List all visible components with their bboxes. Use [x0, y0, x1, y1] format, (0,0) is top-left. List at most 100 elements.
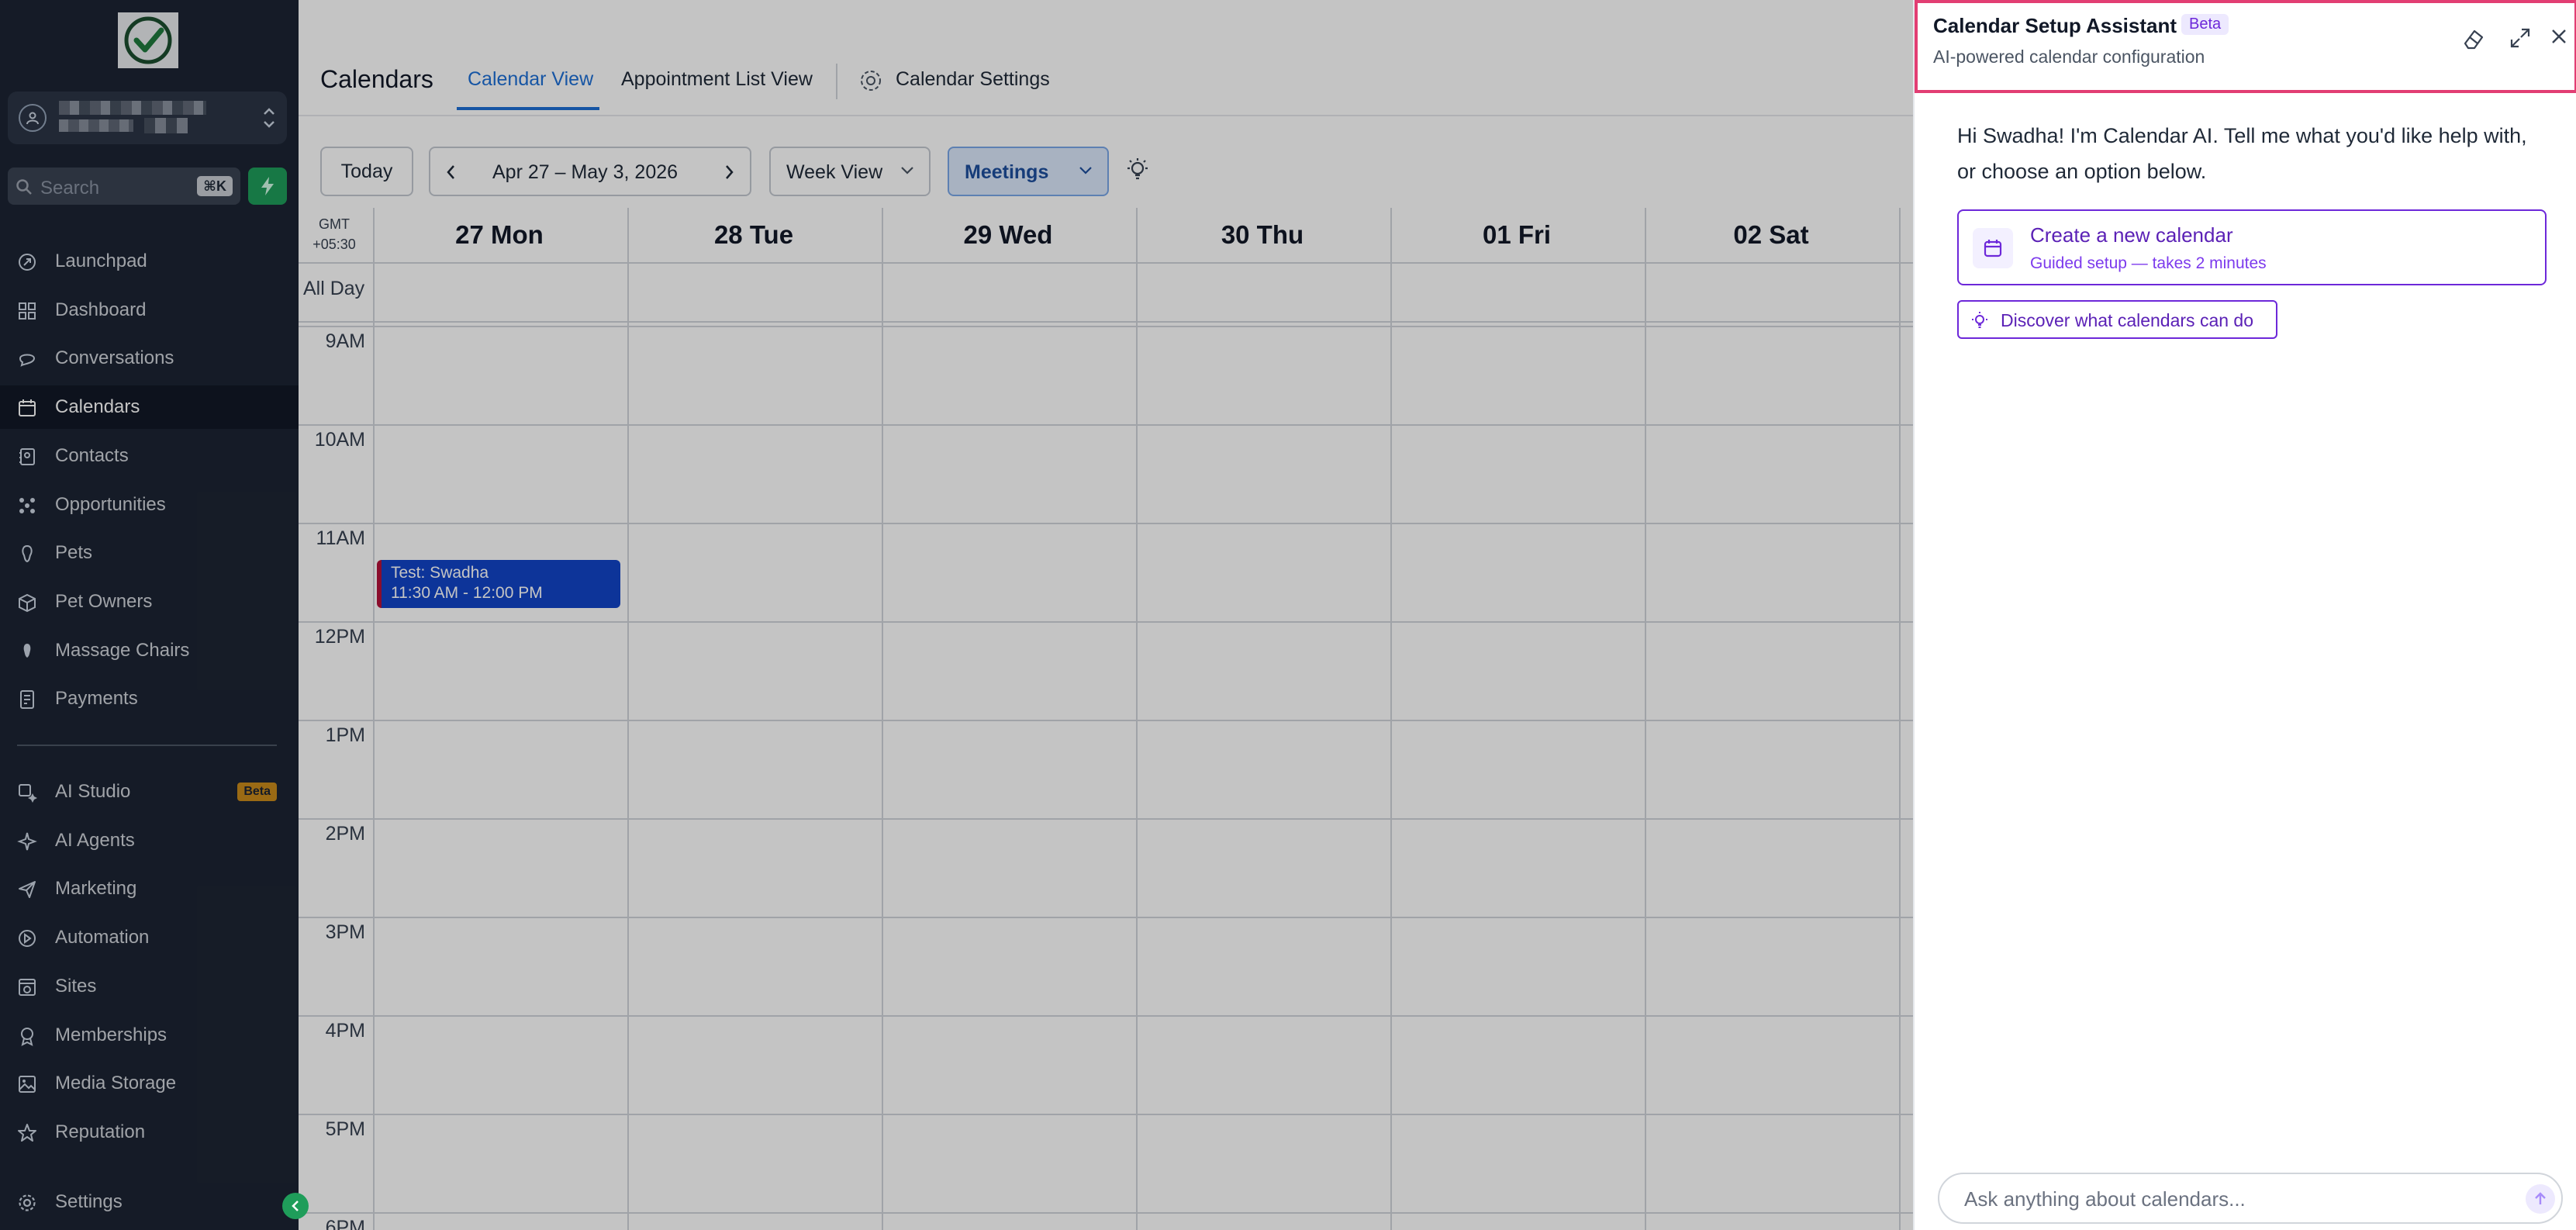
grid-row-line [299, 321, 1913, 323]
sidebar-item-massage-chairs[interactable]: Massage Chairs [0, 629, 299, 672]
logo[interactable] [118, 12, 178, 68]
quick-action-button[interactable] [248, 168, 287, 205]
hour-label: 2PM [325, 823, 365, 845]
sidebar-item-contacts[interactable]: Contacts [0, 434, 299, 478]
sidebar-item-label: Conversations [55, 347, 174, 369]
hour-line [299, 1015, 1913, 1017]
day-header[interactable]: 01 Fri [1390, 220, 1643, 250]
assistant-subtitle: AI-powered calendar configuration [1933, 47, 2205, 67]
chat-message-field[interactable] [1964, 1185, 2499, 1213]
sidebar-item-reputation[interactable]: Reputation [0, 1111, 299, 1154]
calendar-filter-select[interactable]: Meetings [948, 147, 1109, 196]
timezone-label: GMT +05:30 [313, 216, 356, 252]
create-calendar-option[interactable]: Create a new calendar Guided setup — tak… [1957, 209, 2547, 285]
hour-label: 3PM [325, 921, 365, 943]
account-switcher[interactable] [8, 92, 287, 144]
grid-column-line [373, 208, 375, 1230]
assistant-chat-input[interactable] [1938, 1173, 2563, 1224]
assistant-greeting: Hi Swadha! I'm Calendar AI. Tell me what… [1957, 124, 2527, 183]
all-day-label: All Day [303, 278, 365, 299]
sidebar: Search ⌘K Launchpad Dashboard Conversati… [0, 0, 299, 1230]
date-range-picker[interactable]: Apr 27 – May 3, 2026 [429, 147, 751, 196]
automation-icon [19, 930, 36, 948]
sidebar-item-memberships[interactable]: Memberships [0, 1014, 299, 1057]
chevron-right-icon[interactable] [723, 164, 734, 181]
hour-label: 6PM [325, 1217, 365, 1230]
tab-calendar-settings[interactable]: Calendar Settings [896, 68, 1050, 91]
grid-row-line [299, 262, 1913, 264]
lightbulb-icon[interactable] [1124, 157, 1151, 185]
sidebar-item-label: Automation [55, 927, 150, 948]
chevron-down-icon [1079, 167, 1092, 174]
chevron-left-icon[interactable] [446, 164, 457, 181]
sidebar-item-label: Media Storage [55, 1073, 177, 1094]
close-icon[interactable] [2549, 26, 2569, 47]
sidebar-collapse-button[interactable] [282, 1193, 309, 1219]
day-header[interactable]: 28 Tue [627, 220, 880, 250]
expand-icon[interactable] [2509, 26, 2532, 50]
send-button[interactable] [2526, 1184, 2555, 1214]
beta-badge: Beta [237, 783, 277, 801]
sidebar-item-settings[interactable]: Settings [0, 1180, 299, 1224]
account-name-redacted [59, 101, 206, 115]
sidebar-item-payments[interactable]: Payments [0, 677, 299, 720]
sidebar-item-opportunities[interactable]: Opportunities [0, 483, 299, 527]
ai-studio-icon [19, 784, 37, 803]
opportunities-icon [19, 497, 35, 513]
eraser-icon[interactable] [2460, 26, 2485, 51]
search-placeholder: Search [40, 178, 100, 199]
tab-divider [836, 64, 837, 99]
sidebar-item-label: Opportunities [55, 493, 166, 515]
rocket-icon [19, 254, 36, 271]
grid-column-line [1645, 208, 1646, 1230]
chevron-updown-icon [264, 108, 275, 128]
search-input[interactable]: Search ⌘K [8, 168, 240, 205]
discover-calendars-button[interactable]: Discover what calendars can do [1957, 300, 2277, 339]
lightbulb-icon [1972, 312, 1987, 328]
sidebar-item-label: Settings [55, 1191, 123, 1212]
sidebar-item-automation[interactable]: Automation [0, 916, 299, 959]
sidebar-item-pets[interactable]: Pets [0, 531, 299, 575]
contacts-icon [19, 447, 35, 465]
page-title: Calendars [320, 65, 433, 93]
sidebar-item-label: Calendars [55, 396, 140, 418]
today-button[interactable]: Today [320, 147, 413, 196]
view-select[interactable]: Week View [769, 147, 931, 196]
sidebar-item-pet-owners[interactable]: Pet Owners [0, 580, 299, 624]
calendar-icon [19, 399, 36, 417]
day-header[interactable]: 30 Thu [1136, 220, 1389, 250]
sidebar-item-ai-studio[interactable]: AI Studio Beta [0, 770, 299, 814]
day-header[interactable]: 02 Sat [1645, 220, 1897, 250]
sidebar-item-ai-agents[interactable]: AI Agents [0, 819, 299, 862]
sidebar-item-conversations[interactable]: Conversations [0, 337, 299, 380]
sidebar-item-media-storage[interactable]: Media Storage [0, 1062, 299, 1105]
sidebar-item-label: Pet Owners [55, 590, 153, 612]
sidebar-item-marketing[interactable]: Marketing [0, 867, 299, 910]
day-header[interactable]: 29 Wed [882, 220, 1134, 250]
day-header[interactable]: 27 Mon [373, 220, 626, 250]
search-icon [16, 179, 32, 195]
sidebar-item-label: Reputation [55, 1121, 146, 1142]
sidebar-item-dashboard[interactable]: Dashboard [0, 288, 299, 332]
sidebar-item-label: AI Studio [55, 781, 131, 802]
assistant-panel: Calendar Setup Assistant Beta AI-powered… [1913, 0, 2576, 1230]
lightning-icon [261, 177, 274, 195]
sites-icon [19, 978, 36, 996]
calendar-filter-label: Meetings [965, 161, 1049, 183]
calendar-event[interactable]: Test: Swadha 11:30 AM - 12:00 PM [377, 560, 620, 608]
calendar-icon [1973, 228, 2013, 268]
star-icon [18, 1123, 36, 1142]
sidebar-item-sites[interactable]: Sites [0, 965, 299, 1008]
send-icon [19, 881, 36, 899]
sidebar-item-calendars[interactable]: Calendars [0, 385, 299, 430]
sidebar-item-launchpad[interactable]: Launchpad [0, 240, 299, 283]
hour-line [299, 424, 1913, 426]
hour-label: 10AM [314, 429, 365, 451]
tab-calendar-view[interactable]: Calendar View [468, 68, 593, 91]
page-header: Calendars Calendar View Appointment List… [299, 0, 1913, 116]
user-icon [19, 104, 47, 132]
tab-appointment-list-view[interactable]: Appointment List View [621, 68, 813, 91]
beta-badge: Beta [2181, 14, 2229, 35]
today-button-label: Today [340, 160, 393, 182]
hour-line [299, 720, 1913, 721]
